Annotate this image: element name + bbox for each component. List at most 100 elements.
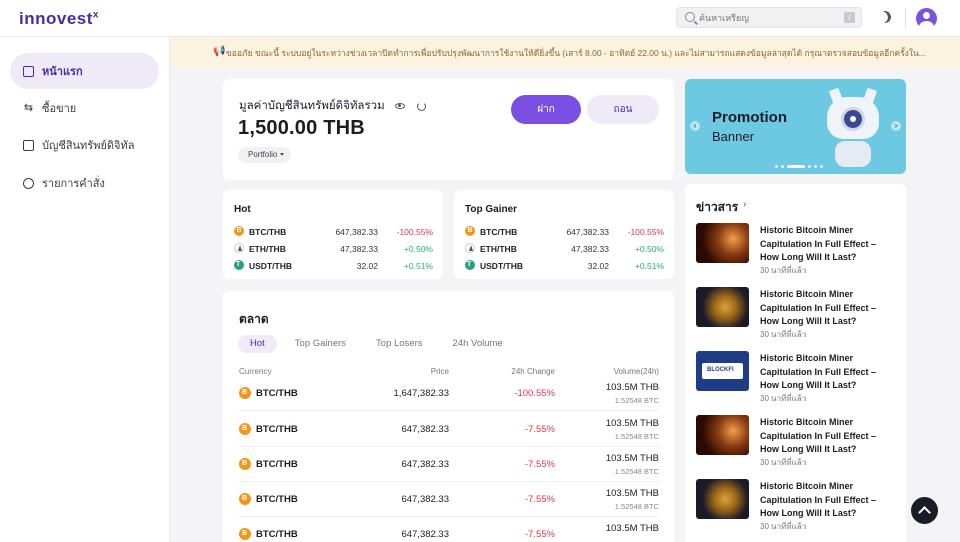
swap-arrows-icon: ⇆	[23, 101, 34, 114]
coin-volume: 103.5M THB	[605, 453, 659, 464]
coin-change: -7.55%	[524, 529, 555, 540]
header-divider	[905, 8, 906, 28]
coin-change: -7.55%	[524, 424, 555, 435]
table-row[interactable]: BTC/THB 647,382.33 -7.55% 103.5M THB 1.5…	[239, 447, 659, 482]
tab-top-gainers[interactable]: Top Gainers	[283, 335, 358, 353]
logo-text: innovest	[19, 9, 93, 28]
news-item[interactable]: Historic Bitcoin Miner Capitulation In F…	[696, 223, 896, 275]
sidebar-item-label: ซื้อขาย	[42, 103, 77, 115]
table-row[interactable]: BTC/THB 647,382.33 -7.55% 103.5M THB	[239, 517, 659, 542]
refresh-icon[interactable]	[416, 101, 426, 111]
coin-change: -7.55%	[524, 494, 555, 505]
balance-value: 1,500.00 THB	[238, 117, 365, 139]
tab-24h-volume[interactable]: 24h Volume	[441, 335, 515, 353]
list-item[interactable]: USDT/THB 32.02 +0.51%	[234, 259, 433, 273]
btc-coin-icon	[465, 226, 475, 236]
coin-symbol: BTC/THB	[256, 529, 298, 540]
promotion-banner[interactable]: ‹ › Promotion Banner	[685, 79, 906, 174]
hot-card: Hot BTC/THB 647,382.33 -100.55% ETH/THB …	[223, 190, 443, 279]
table-row[interactable]: BTC/THB 647,382.33 -7.55% 103.5M THB 1.5…	[239, 482, 659, 517]
market-card: ตลาด Hot Top Gainers Top Losers 24h Volu…	[223, 291, 674, 542]
search-box[interactable]: /	[676, 7, 862, 28]
carousel-dots[interactable]	[775, 165, 826, 168]
coin-volume: 103.5M THB	[605, 523, 659, 534]
chevron-left-icon[interactable]: ‹	[690, 121, 700, 131]
list-item[interactable]: ETH/THB 47,382.33 +0.50%	[234, 242, 433, 256]
coin-symbol: BTC/THB	[249, 227, 287, 237]
btc-coin-icon	[239, 458, 251, 470]
sidebar-item-wallet[interactable]: บัญชีสินทรัพย์ดิจิทัล	[10, 127, 159, 163]
news-item[interactable]: Historic Bitcoin Miner Capitulation In F…	[696, 287, 896, 339]
coin-price: 47,382.33	[340, 244, 378, 254]
user-avatar-icon[interactable]	[916, 8, 937, 29]
coin-change: +0.51%	[634, 261, 664, 271]
search-shortcut-key: /	[844, 12, 855, 23]
btc-coin-icon	[239, 493, 251, 505]
sidebar-item-home[interactable]: หน้าแรก	[10, 53, 159, 89]
list-item[interactable]: BTC/THB 647,382.33 -100.55%	[234, 225, 433, 239]
coin-symbol: ETH/THB	[249, 244, 286, 254]
list-item[interactable]: USDT/THB 32.02 +0.51%	[465, 259, 664, 273]
column-volume: Volume(24h)	[613, 367, 659, 376]
home-icon	[23, 65, 34, 77]
coin-symbol: BTC/THB	[256, 494, 298, 505]
news-thumbnail	[696, 415, 749, 455]
news-item[interactable]: Historic Bitcoin Miner Capitulation In F…	[696, 351, 896, 403]
coin-symbol: ETH/THB	[480, 244, 517, 254]
notice-text: ขออภัย ขณะนี้ ระบบอยู่ในระหว่างช่วงเวลาป…	[226, 47, 926, 58]
coin-price: 647,382.33	[566, 227, 609, 237]
sidebar-item-label: หน้าแรก	[42, 66, 83, 78]
sidebar-item-label: บัญชีสินทรัพย์ดิจิทัล	[42, 140, 135, 152]
coin-volume-btc: 1.52548 BTC	[614, 502, 659, 511]
news-item[interactable]: Historic Bitcoin Miner Capitulation In F…	[696, 479, 896, 531]
news-title[interactable]: ข่าวสาร	[696, 198, 738, 217]
portfolio-dropdown[interactable]: Portfolio	[238, 147, 292, 163]
news-thumbnail	[696, 223, 749, 263]
news-time: 30 นาทีที่แล้ว	[760, 522, 807, 531]
logo-super: x	[92, 9, 99, 21]
list-item[interactable]: BTC/THB 647,382.33 -100.55%	[465, 225, 664, 239]
btc-coin-icon	[239, 387, 251, 399]
table-row[interactable]: BTC/THB 647,382.33 -7.55% 103.5M THB 1.5…	[239, 412, 659, 447]
coin-volume: 103.5M THB	[605, 488, 659, 499]
scroll-to-top-button[interactable]	[911, 497, 938, 524]
robot-mascot-icon	[827, 87, 879, 167]
balance-label-row: มูลค่าบัญชีสินทรัพย์ดิจิทัลรวม	[239, 97, 426, 115]
column-currency: Currency	[239, 367, 272, 376]
usdt-coin-icon	[234, 260, 244, 270]
news-headline: Historic Bitcoin Miner Capitulation In F…	[760, 225, 877, 262]
news-headline: Historic Bitcoin Miner Capitulation In F…	[760, 417, 877, 454]
tab-hot[interactable]: Hot	[238, 335, 277, 353]
dark-mode-icon[interactable]	[877, 9, 893, 25]
news-thumbnail	[696, 479, 749, 519]
coin-price: 647,382.33	[401, 529, 449, 540]
table-row[interactable]: BTC/THB 1,647,382.33 -100.55% 103.5M THB…	[239, 376, 659, 411]
sidebar-item-orders[interactable]: รายการคำสั่ง	[10, 165, 159, 201]
btc-coin-icon	[239, 423, 251, 435]
search-icon	[685, 12, 695, 22]
coin-volume: 103.5M THB	[605, 382, 659, 393]
coin-volume-btc: 1.52548 BTC	[614, 396, 659, 405]
chevron-right-icon[interactable]: ›	[891, 121, 901, 131]
app-logo[interactable]: innovestx	[19, 9, 99, 29]
tab-top-losers[interactable]: Top Losers	[364, 335, 434, 353]
list-item[interactable]: ETH/THB 47,382.33 +0.50%	[465, 242, 664, 256]
deposit-button[interactable]: ฝาก	[511, 95, 581, 124]
news-headline: Historic Bitcoin Miner Capitulation In F…	[760, 353, 877, 390]
news-item[interactable]: Historic Bitcoin Miner Capitulation In F…	[696, 415, 896, 467]
coin-change: +0.50%	[403, 244, 433, 254]
btc-coin-icon	[239, 528, 251, 540]
chevron-right-icon[interactable]: ›	[743, 199, 746, 210]
search-input[interactable]	[699, 11, 829, 25]
withdraw-button[interactable]: ถอน	[587, 95, 659, 124]
news-time: 30 นาทีที่แล้ว	[760, 394, 807, 403]
news-thumbnail	[696, 351, 749, 391]
coin-volume: 103.5M THB	[605, 418, 659, 429]
coin-price: 47,382.33	[571, 244, 609, 254]
sidebar-item-trade[interactable]: ⇆ ซื้อขาย	[10, 90, 159, 126]
wallet-icon	[23, 139, 34, 151]
eye-icon[interactable]	[394, 103, 405, 109]
top-gainer-title: Top Gainer	[465, 204, 518, 215]
coin-price: 32.02	[587, 261, 609, 271]
column-change: 24h Change	[511, 367, 555, 376]
